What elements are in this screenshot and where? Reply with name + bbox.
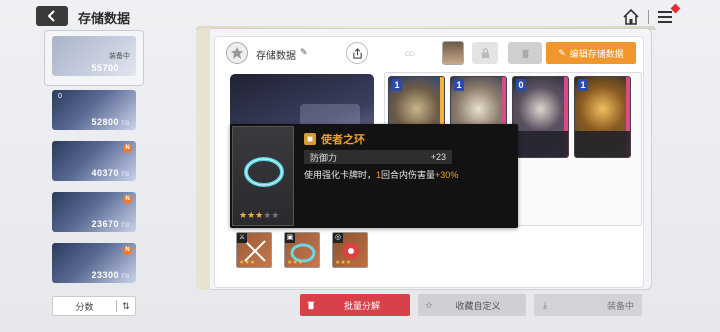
new-badge: N: [123, 246, 132, 255]
equipped-button[interactable]: ⤓ 装备中: [534, 294, 642, 316]
deck-card[interactable]: 0: [512, 76, 569, 158]
sort-order-icon[interactable]: ⇅: [117, 301, 135, 312]
slot-value: 40370 TB: [91, 168, 130, 178]
rarity-stars: ★★★★★: [239, 210, 280, 220]
equipment-slot-armor[interactable]: ▣ ★★★: [284, 232, 320, 268]
share-button[interactable]: [346, 42, 368, 64]
home-icon[interactable]: [622, 8, 640, 26]
bulk-dismantle-button[interactable]: 批量分解: [300, 294, 410, 316]
save-slot-4[interactable]: N 23670 TB: [52, 192, 136, 232]
sort-label: 分数: [75, 301, 94, 312]
item-stat-row: 防御力 +23: [304, 150, 452, 164]
panel-title: 存储数据: [256, 51, 296, 62]
character-portrait[interactable]: [442, 41, 464, 65]
accessory-icon: ◎: [333, 233, 343, 243]
slot-value: 55700 TB: [91, 63, 130, 73]
share-icon: [352, 47, 362, 59]
slot-value: 23300 TB: [91, 270, 130, 280]
item-description: 使用强化卡牌时，1回合内伤害量+30%: [304, 170, 459, 180]
lock-button[interactable]: [472, 42, 498, 64]
slot-index: 0: [58, 93, 62, 100]
equipped-label: 装备中: [109, 53, 130, 60]
save-slot-1[interactable]: 装备中 55700 TB: [52, 36, 136, 76]
favorite-custom-button[interactable]: ☆ 收藏自定义: [418, 294, 526, 316]
pencil-icon[interactable]: ✎: [300, 47, 308, 58]
trash-icon: [521, 49, 529, 58]
equipment-type-icon: [304, 133, 316, 145]
sword-icon: ⚔: [237, 233, 247, 243]
back-button[interactable]: [36, 6, 68, 26]
link-icon: ○○: [404, 48, 415, 60]
delete-button[interactable]: [508, 42, 542, 64]
new-badge: N: [123, 195, 132, 204]
back-arrow-icon: [47, 10, 55, 22]
star-icon: ☆: [424, 299, 434, 310]
slot-value: 52800 TB: [91, 117, 130, 127]
equipment-slot-accessory[interactable]: ◎ ★★★: [332, 232, 368, 268]
save-slot-5[interactable]: N 23300 TB: [52, 243, 136, 283]
trash-icon: [300, 300, 322, 310]
deck-card[interactable]: 1: [574, 76, 631, 158]
sort-bar[interactable]: 分数 ⇅: [52, 296, 136, 316]
data-emblem-icon: [226, 42, 248, 64]
download-icon: ⤓: [543, 299, 547, 310]
edit-save-data-button[interactable]: ✎ 编辑存储数据: [546, 42, 636, 64]
header-divider: [648, 10, 649, 24]
save-slot-3[interactable]: N 40370 TB: [52, 141, 136, 181]
lock-icon: [481, 47, 489, 58]
save-slot-2[interactable]: 0 52800 TB: [52, 90, 136, 130]
armor-icon: ▣: [285, 233, 295, 243]
stat-value: +23: [430, 152, 446, 162]
ring-icon: [244, 157, 284, 187]
page-title: 存储数据: [78, 11, 131, 26]
stat-label: 防御力: [310, 152, 338, 163]
item-name: 使者之环: [321, 134, 365, 146]
equipment-slot-weapon[interactable]: ⚔ ★★★: [236, 232, 272, 268]
edit-icon: ✎: [558, 47, 566, 58]
slot-value: 23670 TB: [91, 219, 130, 229]
new-badge: N: [123, 144, 132, 153]
panel-side-frame: [196, 28, 210, 290]
tooltip-item-image: ★★★★★: [232, 126, 294, 226]
